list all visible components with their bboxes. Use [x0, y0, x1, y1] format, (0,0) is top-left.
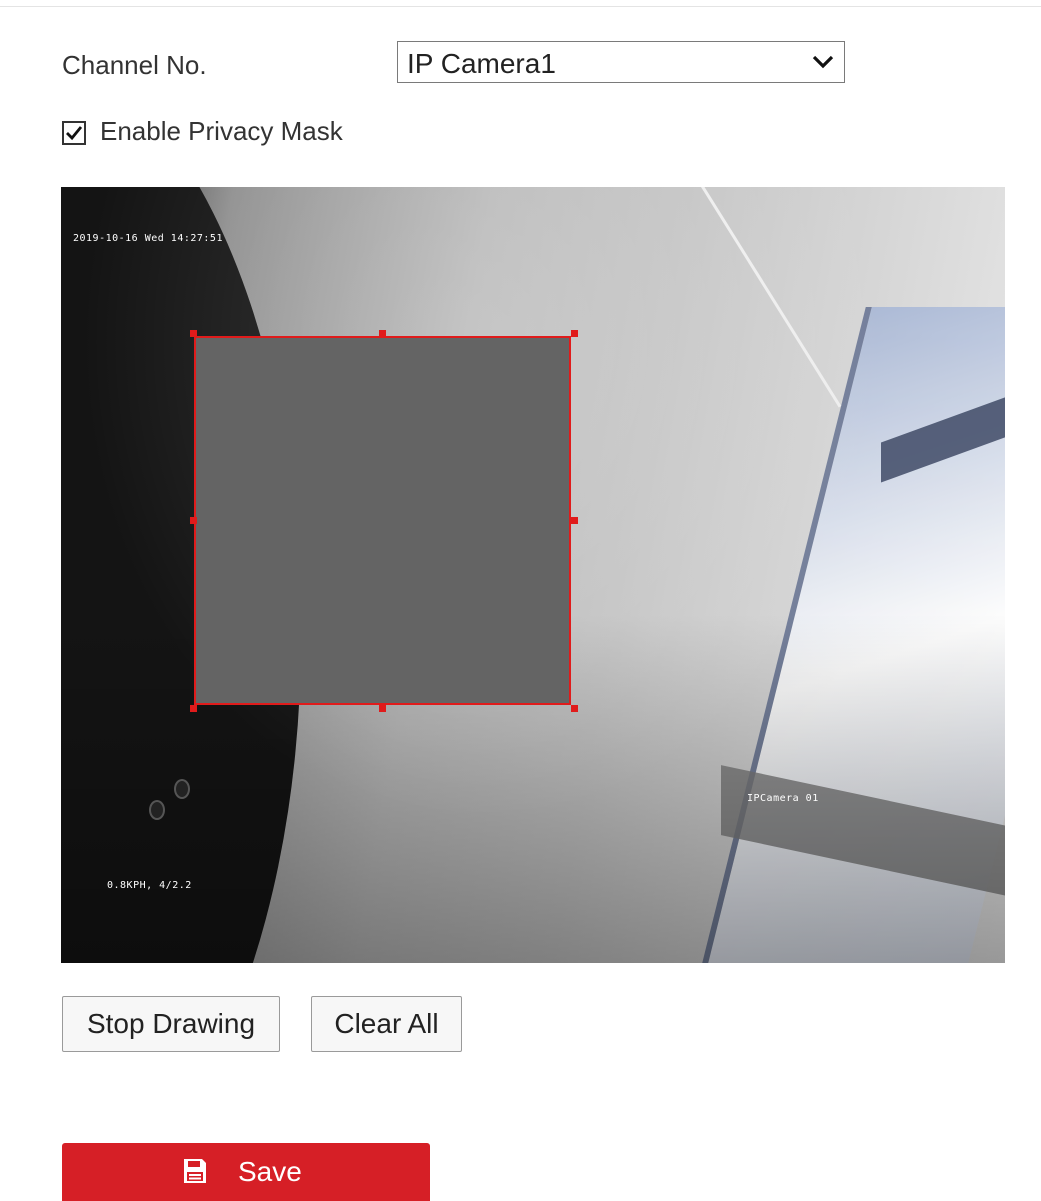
osd-timestamp: 2019-10-16 Wed 14:27:51: [73, 233, 223, 244]
privacy-mask-label: Enable Privacy Mask: [100, 116, 343, 146]
channel-label: Channel No.: [62, 50, 207, 80]
mask-handle-top[interactable]: [379, 330, 386, 337]
channel-select[interactable]: IP Camera1: [397, 41, 845, 83]
chevron-down-icon: [812, 55, 834, 69]
mask-handle-bottom-right[interactable]: [571, 705, 578, 712]
mask-handle-right[interactable]: [571, 517, 578, 524]
osd-camera-name: IPCamera 01: [747, 793, 819, 804]
save-button[interactable]: Save: [62, 1143, 430, 1201]
top-divider: [0, 6, 1041, 7]
video-screw: [149, 800, 165, 820]
video-screw: [174, 779, 190, 799]
clear-all-button[interactable]: Clear All: [311, 996, 462, 1052]
mask-handle-bottom[interactable]: [379, 705, 386, 712]
save-button-label: Save: [238, 1156, 302, 1187]
privacy-mask-region[interactable]: [194, 336, 571, 705]
floppy-disk-icon: [184, 1159, 206, 1183]
mask-handle-bottom-left[interactable]: [190, 705, 197, 712]
checkmark-icon: [66, 126, 83, 141]
mask-handle-left[interactable]: [190, 517, 197, 524]
privacy-mask-checkbox[interactable]: [62, 121, 86, 145]
osd-lens-info: 0.8KPH, 4/2.2: [107, 880, 192, 891]
channel-select-value: IP Camera1: [407, 48, 556, 79]
video-preview[interactable]: 2019-10-16 Wed 14:27:51 IPCamera 01 0.8K…: [61, 187, 1005, 963]
mask-handle-top-left[interactable]: [190, 330, 197, 337]
stop-drawing-button[interactable]: Stop Drawing: [62, 996, 280, 1052]
mask-handle-top-right[interactable]: [571, 330, 578, 337]
